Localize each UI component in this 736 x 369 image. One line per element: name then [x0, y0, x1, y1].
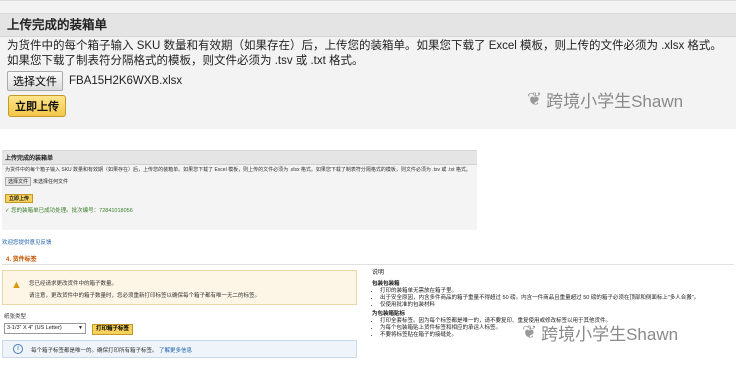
list-item: 出于安全原因，内含多件商品的箱子重量不得超过 50 磅。内含一件商品且重量超过 …: [380, 295, 734, 302]
small-upload-panel: 上传完成的装箱单 为货件中的每个箱子输入 SKU 数量和有效期（如果存在）后，上…: [2, 150, 477, 230]
small-file-row: 选择文件 未选择任何文件: [2, 176, 477, 187]
paper-type-value: 3-1/3" X 4" (US Letter): [7, 325, 62, 331]
warning-icon: ▲: [11, 279, 22, 291]
wechat-icon: ❦: [522, 322, 538, 342]
print-box-labels-button[interactable]: 打印箱子标签: [92, 324, 134, 335]
watermark: ❦ 跨境小学生Shawn: [527, 87, 683, 112]
list-item: 打印的装箱单无需放在箱子里。: [380, 288, 734, 295]
selected-file-name: FBA15H2K6WXB.xlsx: [69, 75, 183, 87]
chevron-down-icon: ▼: [78, 325, 83, 331]
choose-file-button[interactable]: 选择文件: [7, 71, 63, 91]
packing-section-title: 包装包装箱: [372, 281, 400, 287]
small-choose-file-button[interactable]: 选择文件: [5, 177, 32, 186]
learn-more-link[interactable]: 了解更多信息: [159, 348, 192, 354]
upload-panel-title: 上传完成的装箱单: [0, 13, 736, 37]
info-box: i 每个箱子标签都是唯一的。确保打印所有箱子标签。 了解更多信息: [2, 340, 357, 358]
upload-now-button[interactable]: 立即上传: [8, 95, 66, 117]
warning-line-1: 您已经请求更改货件中的箱子数量。: [29, 281, 118, 287]
labeling-section-title: 为包装箱贴标: [372, 311, 406, 317]
info-text: 每个箱子标签都是唯一的。确保打印所有箱子标签。 了解更多信息: [31, 346, 192, 354]
paper-type-label: 纸张类型: [4, 314, 27, 320]
small-no-file-text: 未选择任何文件: [33, 179, 69, 185]
watermark-text: 跨境小学生Shawn: [546, 92, 684, 111]
small-upload-button[interactable]: 立即上传: [5, 194, 34, 203]
watermark-text-2: 跨境小学生Shawn: [541, 325, 679, 344]
small-panel-title: 上传完成的装箱单: [2, 151, 477, 165]
warning-line-2: 请注意，更改货件中的箱子数量时，您必须重新打印标签以确保每个箱子都有唯一无二的标…: [29, 293, 261, 299]
upload-panel: 上传完成的装箱单 为货件中的每个箱子输入 SKU 数量和有效期（如果存在）后，上…: [0, 0, 736, 129]
upload-panel-description: 为货件中的每个箱子输入 SKU 数量和有效期（如果存在）后，上传您的装箱单。如果…: [7, 40, 722, 67]
file-picker-row: 选择文件 FBA15H2K6WXB.xlsx: [7, 71, 182, 91]
info-icon: i: [13, 344, 23, 354]
feedback-link[interactable]: 欢迎您提供意见反馈: [2, 238, 52, 246]
success-message: ✓ 您的装箱单已成功处理。批次编号：72841018056: [5, 208, 133, 214]
packing-list: 打印的装箱单无需放在箱子里。 出于安全原因，内含多件商品的箱子重量不得超过 50…: [380, 288, 734, 309]
watermark-2: ❦ 跨境小学生Shawn: [522, 320, 678, 345]
divider: [2, 264, 734, 265]
step4-title: 4. 货件标签: [6, 257, 37, 263]
instructions-heading: 说明: [372, 270, 385, 276]
info-message: 每个箱子标签都是唯一的。确保打印所有箱子标签。: [31, 348, 158, 354]
wechat-icon: ❦: [527, 89, 543, 109]
paper-type-select[interactable]: 3-1/3" X 4" (US Letter) ▼: [4, 323, 86, 334]
list-item: 仅使用批准的包装材料: [380, 302, 734, 309]
warning-box: ▲ 您已经请求更改货件中的箱子数量。 请注意，更改货件中的箱子数量时，您必须重新…: [2, 270, 357, 305]
small-panel-description: 为货件中的每个箱子输入 SKU 数量和有效期（如果存在）后，上传您的装箱单。如果…: [5, 167, 471, 173]
